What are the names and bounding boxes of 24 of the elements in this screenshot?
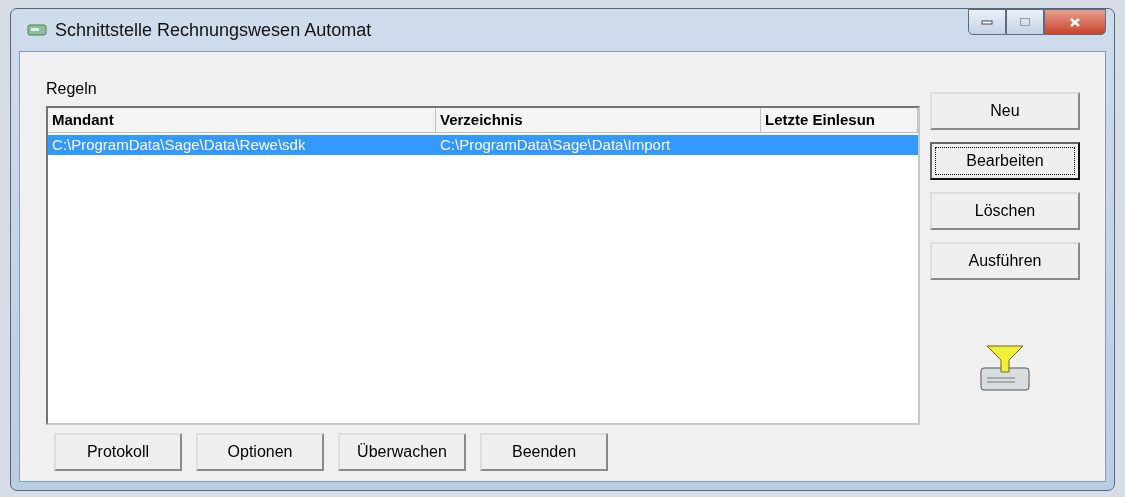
list-label: Regeln [46,80,98,98]
column-header[interactable]: Verzeichnis [436,108,761,133]
close-button[interactable] [1044,9,1106,35]
column-header[interactable]: Mandant [48,108,436,133]
action-button[interactable]: Optionen [196,433,324,471]
action-button[interactable]: Protokoll [54,433,182,471]
column-header[interactable]: Letzte Einlesun [761,108,918,133]
action-button[interactable]: Neu [930,92,1080,130]
action-button[interactable]: Überwachen [338,433,466,471]
rules-list[interactable]: Mandant Verzeichnis Letzte Einlesun C:\ProgramData\Sage\Data\Rewe\sdk C:\ProgramData\Sage\Data\Import [46,106,920,425]
maximize-icon [1019,17,1031,27]
action-button[interactable]: Beenden [480,433,608,471]
action-button[interactable]: Bearbeiten [930,142,1080,180]
action-button[interactable]: Ausführen [930,242,1080,280]
maximize-button[interactable] [1006,9,1044,35]
close-icon [1069,16,1081,28]
minimize-icon [981,19,993,25]
funnel-drive-icon [977,342,1033,394]
window-title: Schnittstelle Rechnungswesen Automat [55,19,372,41]
app-icon [27,23,47,37]
minimize-button[interactable] [968,9,1006,35]
list-cell-text: C:\ProgramData\Sage\Data\Import [439,135,672,155]
action-button[interactable]: Löschen [930,192,1080,230]
list-cell-text: C:\ProgramData\Sage\Data\Rewe\sdk [51,135,307,155]
